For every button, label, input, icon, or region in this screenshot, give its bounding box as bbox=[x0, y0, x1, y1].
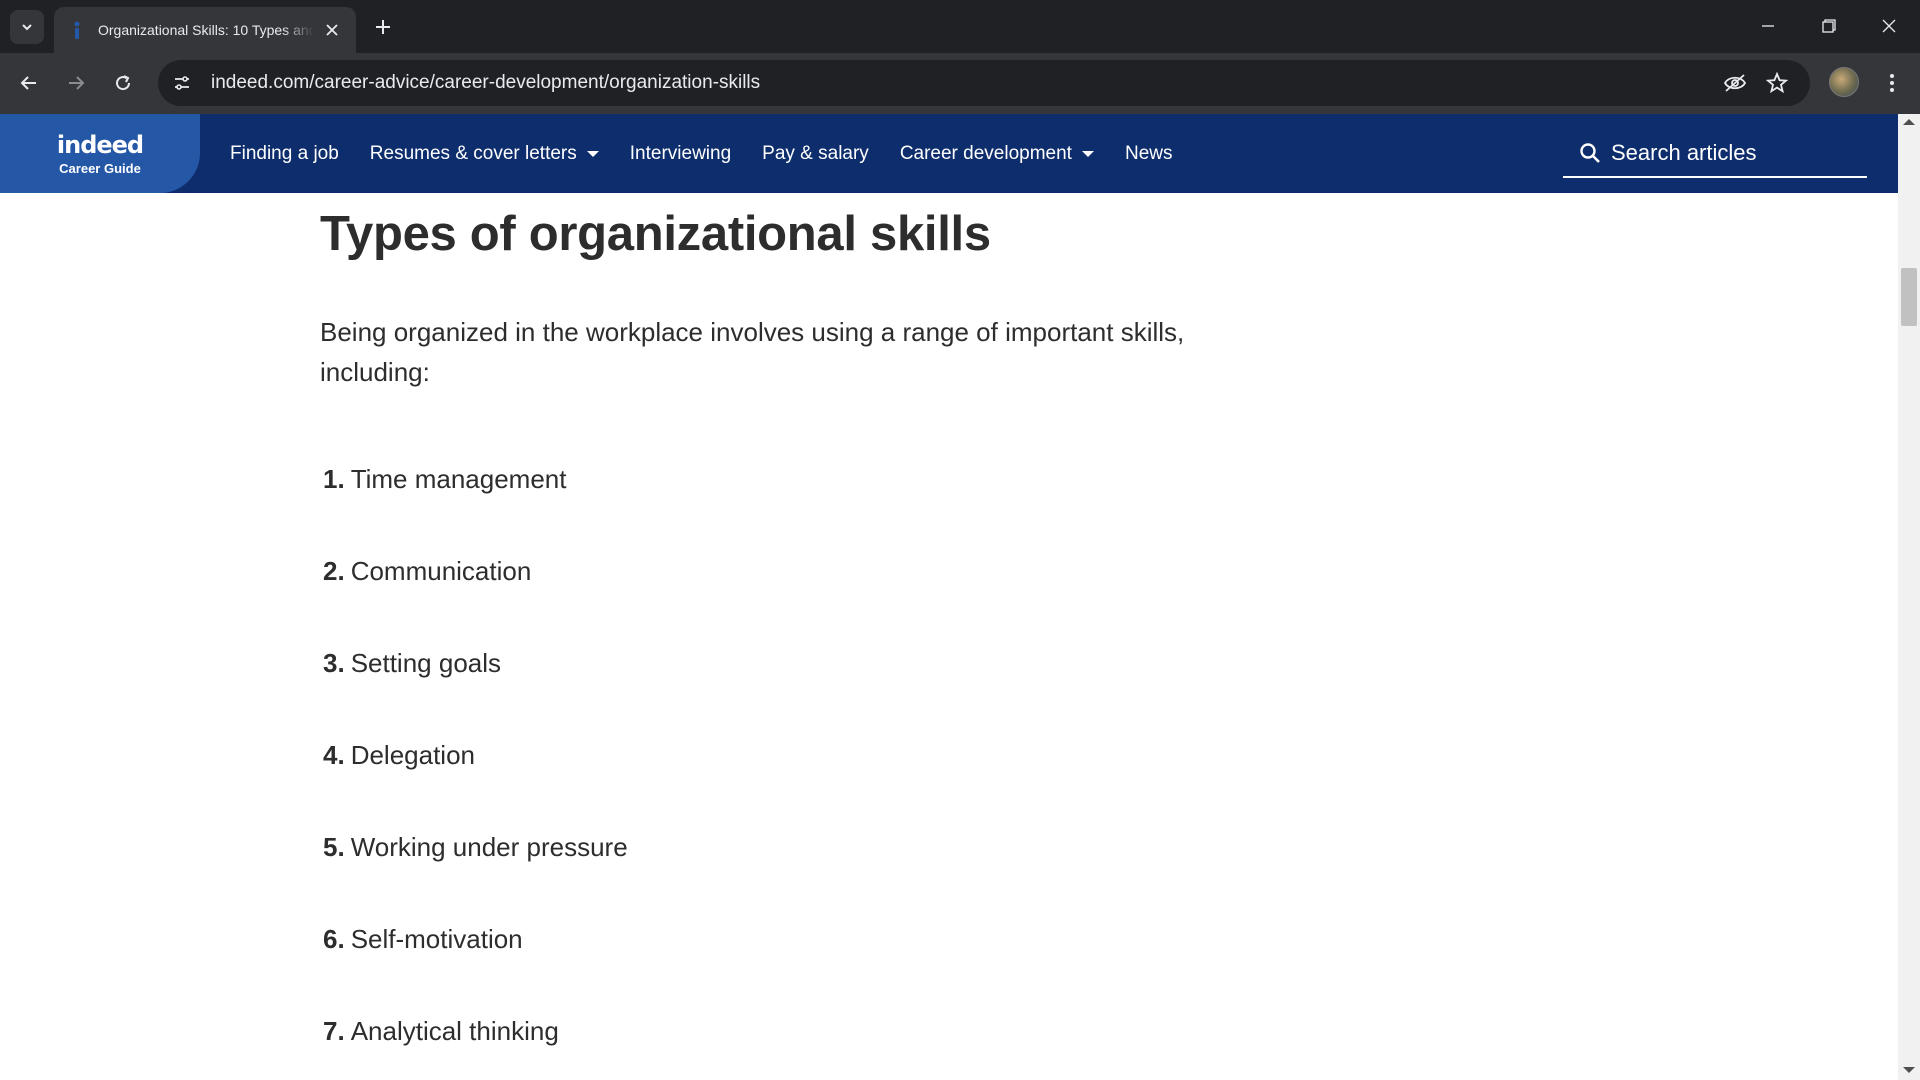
list-label: Working under pressure bbox=[350, 832, 628, 862]
list-label: Delegation bbox=[350, 740, 475, 770]
restore-button[interactable] bbox=[1806, 8, 1852, 44]
tab-search-button[interactable] bbox=[10, 10, 44, 44]
scroll-down-arrow-icon[interactable] bbox=[1903, 1067, 1915, 1073]
close-icon[interactable] bbox=[322, 20, 342, 40]
intro-paragraph: Being organized in the workplace involve… bbox=[320, 317, 1185, 387]
minimize-icon bbox=[1762, 25, 1774, 27]
close-window-button[interactable] bbox=[1866, 8, 1912, 44]
browser-toolbar: indeed.com/career-advice/career-developm… bbox=[0, 53, 1920, 114]
list-item: 1. Time management bbox=[323, 464, 566, 495]
nav-label: Career development bbox=[899, 142, 1072, 164]
indeed-logo: indeed bbox=[56, 130, 144, 159]
list-item: 6. Self-motivation bbox=[323, 924, 523, 955]
plus-icon bbox=[376, 20, 390, 34]
indeed-favicon-icon bbox=[68, 21, 86, 39]
page-scrollbar[interactable] bbox=[1898, 114, 1920, 1080]
nav-label: Interviewing bbox=[629, 142, 732, 164]
bookmark-button[interactable] bbox=[1760, 66, 1794, 100]
tune-icon bbox=[175, 76, 189, 90]
nav-label: Pay & salary bbox=[762, 142, 869, 164]
back-button[interactable] bbox=[12, 66, 46, 100]
close-window-icon bbox=[1882, 19, 1896, 33]
kebab-menu-icon bbox=[1890, 74, 1894, 92]
list-item: 7. Analytical thinking bbox=[323, 1016, 559, 1047]
list-number: 4. bbox=[323, 740, 345, 770]
page-viewport: Types of organizational skills Being org… bbox=[0, 114, 1898, 1080]
list-number: 2. bbox=[323, 556, 345, 586]
list-number: 7. bbox=[323, 1016, 345, 1046]
list-label: Time management bbox=[350, 464, 567, 494]
scrollbar-thumb[interactable] bbox=[1901, 268, 1917, 326]
caret-down-icon bbox=[1081, 150, 1094, 157]
browser-tab-bar: Organizational Skills: 10 Types and bbox=[0, 0, 1920, 53]
scroll-up-arrow-icon[interactable] bbox=[1903, 119, 1915, 125]
search-articles-field[interactable]: Search articles bbox=[1563, 130, 1867, 178]
url-text: indeed.com/career-advice/career-developm… bbox=[211, 72, 761, 93]
caret-down-icon bbox=[586, 150, 599, 157]
list-label: Communication bbox=[350, 556, 532, 586]
main-nav: Finding a job Resumes & cover letters In… bbox=[230, 114, 1203, 193]
list-number: 3. bbox=[323, 648, 345, 678]
search-articles-label: Search articles bbox=[1611, 140, 1757, 165]
restore-icon bbox=[1822, 19, 1836, 33]
tab-title: Organizational Skills: 10 Types and bbox=[98, 22, 314, 38]
active-tab[interactable]: Organizational Skills: 10 Types and bbox=[54, 7, 356, 53]
arrow-right-icon bbox=[69, 76, 85, 90]
nav-resumes-cover-letters[interactable]: Resumes & cover letters bbox=[370, 143, 599, 165]
new-tab-button[interactable] bbox=[368, 12, 398, 42]
reload-button[interactable] bbox=[106, 66, 140, 100]
nav-pay-salary[interactable]: Pay & salary bbox=[762, 143, 869, 165]
section-heading: Types of organizational skills bbox=[320, 207, 991, 261]
list-label: Analytical thinking bbox=[350, 1016, 559, 1046]
list-item: 4. Delegation bbox=[323, 740, 475, 771]
nav-label: News bbox=[1124, 142, 1173, 164]
arrow-left-icon bbox=[20, 76, 36, 90]
list-number: 1. bbox=[323, 464, 345, 494]
tracking-protection-button[interactable] bbox=[1718, 66, 1752, 100]
nav-interviewing[interactable]: Interviewing bbox=[630, 143, 731, 165]
nav-career-development[interactable]: Career development bbox=[900, 143, 1094, 165]
browser-menu-button[interactable] bbox=[1875, 66, 1909, 100]
career-guide-label: Career Guide bbox=[59, 160, 141, 176]
indeed-career-guide-logo[interactable]: indeed Career Guide bbox=[0, 114, 200, 193]
list-item: 3. Setting goals bbox=[323, 648, 501, 679]
profile-avatar[interactable] bbox=[1829, 67, 1859, 97]
search-icon bbox=[1580, 143, 1600, 163]
list-label: Self-motivation bbox=[350, 924, 523, 954]
chevron-down-icon bbox=[22, 24, 32, 31]
minimize-button[interactable] bbox=[1745, 8, 1791, 44]
list-number: 5. bbox=[323, 832, 345, 862]
star-icon bbox=[1766, 72, 1788, 94]
nav-news[interactable]: News bbox=[1125, 143, 1173, 165]
forward-button[interactable] bbox=[59, 66, 93, 100]
nav-label: Resumes & cover letters bbox=[369, 142, 577, 164]
list-item: 2. Communication bbox=[323, 556, 531, 587]
list-item: 5. Working under pressure bbox=[323, 832, 628, 863]
nav-label: Finding a job bbox=[230, 142, 339, 164]
address-bar[interactable]: indeed.com/career-advice/career-developm… bbox=[158, 60, 1810, 106]
list-label: Setting goals bbox=[350, 648, 502, 678]
site-info-button[interactable] bbox=[165, 66, 199, 100]
eye-off-icon bbox=[1723, 74, 1747, 92]
nav-finding-a-job[interactable]: Finding a job bbox=[230, 143, 339, 165]
list-number: 6. bbox=[323, 924, 345, 954]
reload-icon bbox=[116, 75, 131, 91]
site-header: indeed Career Guide Finding a job Resume… bbox=[0, 114, 1898, 193]
